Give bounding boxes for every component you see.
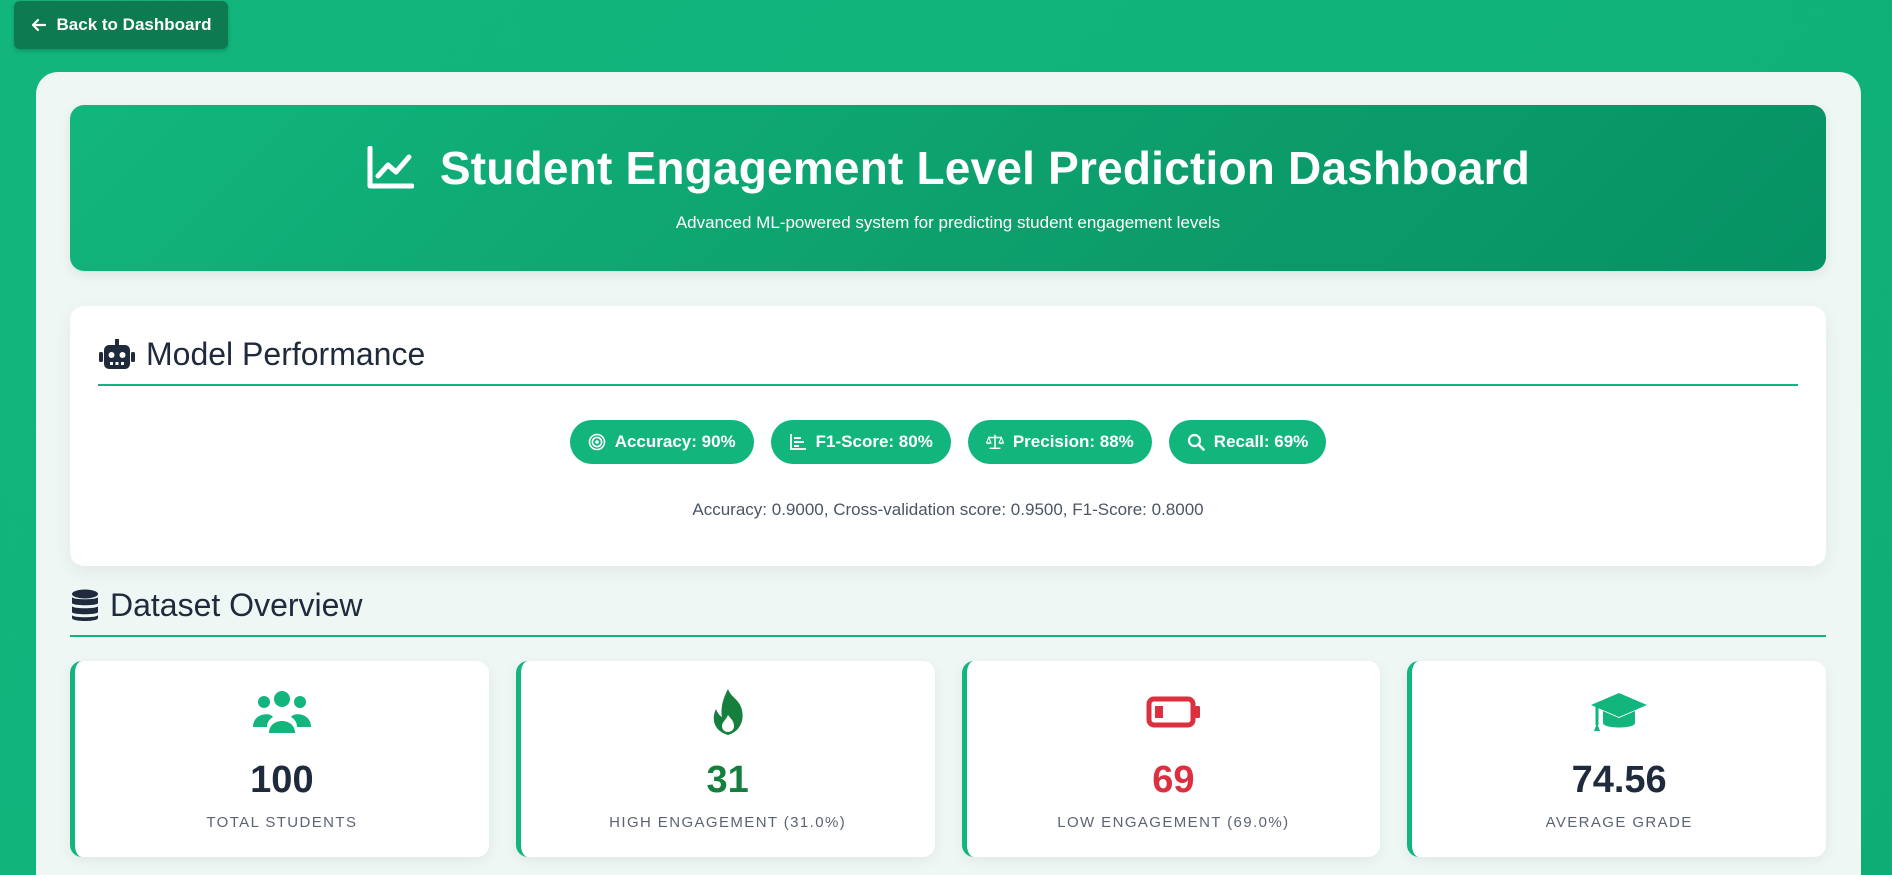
precision-badge: Precision: 88% <box>967 420 1152 464</box>
divider <box>98 384 1798 386</box>
arrow-left-icon <box>31 18 46 32</box>
back-button-label: Back to Dashboard <box>56 15 212 34</box>
main-container: Student Engagement Level Prediction Dash… <box>36 72 1861 875</box>
precision-label: Precision: 88% <box>1012 432 1134 451</box>
chart-bar-icon <box>789 434 806 450</box>
page-subtitle: Advanced ML-powered system for predictin… <box>675 213 1221 232</box>
robot-icon <box>99 338 135 369</box>
metrics-badges: Accuracy: 90% F1-Score: 80% Precision: 8… <box>70 420 1826 464</box>
page-title-text: Student Engagement Level Prediction Dash… <box>439 142 1531 194</box>
recall-badge: Recall: 69% <box>1168 420 1327 464</box>
hero-banner: Student Engagement Level Prediction Dash… <box>70 105 1826 271</box>
stat-card-average-grade: 74.56 AVERAGE GRADE <box>1407 661 1826 857</box>
stat-label: TOTAL STUDENTS <box>206 814 358 831</box>
accuracy-badge: Accuracy: 90% <box>569 420 754 464</box>
stats-row: 100 TOTAL STUDENTS 31 HIGH ENGAGEMENT (3… <box>70 661 1826 857</box>
back-to-dashboard-button[interactable]: Back to Dashboard <box>14 1 228 49</box>
stat-card-high-engagement: 31 HIGH ENGAGEMENT (31.0%) <box>515 661 935 857</box>
target-icon <box>588 433 606 451</box>
database-icon <box>72 589 98 621</box>
model-performance-heading: Model Performance <box>98 336 425 373</box>
stat-label: LOW ENGAGEMENT (69.0%) <box>1057 814 1290 831</box>
model-performance-title: Model Performance <box>146 336 426 372</box>
fire-icon <box>713 689 743 735</box>
search-icon <box>1187 433 1205 451</box>
model-performance-card: Model Performance Accuracy: 90% F1-Score… <box>70 306 1826 566</box>
users-icon <box>252 691 311 733</box>
chart-line-icon <box>367 146 414 189</box>
stat-card-low-engagement: 69 LOW ENGAGEMENT (69.0%) <box>961 661 1381 857</box>
recall-label: Recall: 69% <box>1213 432 1309 451</box>
stat-card-total-students: 100 TOTAL STUDENTS <box>70 661 489 857</box>
page-title: Student Engagement Level Prediction Dash… <box>70 141 1826 195</box>
stat-value: 100 <box>250 759 314 801</box>
stat-value: 74.56 <box>1571 759 1667 801</box>
stat-value: 69 <box>1152 759 1195 801</box>
dataset-overview-heading: Dataset Overview <box>70 587 363 624</box>
dataset-overview-title: Dataset Overview <box>110 587 363 623</box>
battery-low-icon <box>1146 696 1201 728</box>
stat-label: AVERAGE GRADE <box>1545 814 1693 831</box>
stat-value: 31 <box>706 759 749 801</box>
f1-score-badge: F1-Score: 80% <box>770 420 951 464</box>
balance-scale-icon <box>985 434 1004 450</box>
divider <box>70 635 1826 637</box>
graduation-cap-icon <box>1591 693 1648 731</box>
performance-detail-text: Accuracy: 0.9000, Cross-validation score… <box>692 500 1204 519</box>
stat-label: HIGH ENGAGEMENT (31.0%) <box>609 814 847 831</box>
f1-score-label: F1-Score: 80% <box>815 432 933 451</box>
accuracy-label: Accuracy: 90% <box>614 432 736 451</box>
